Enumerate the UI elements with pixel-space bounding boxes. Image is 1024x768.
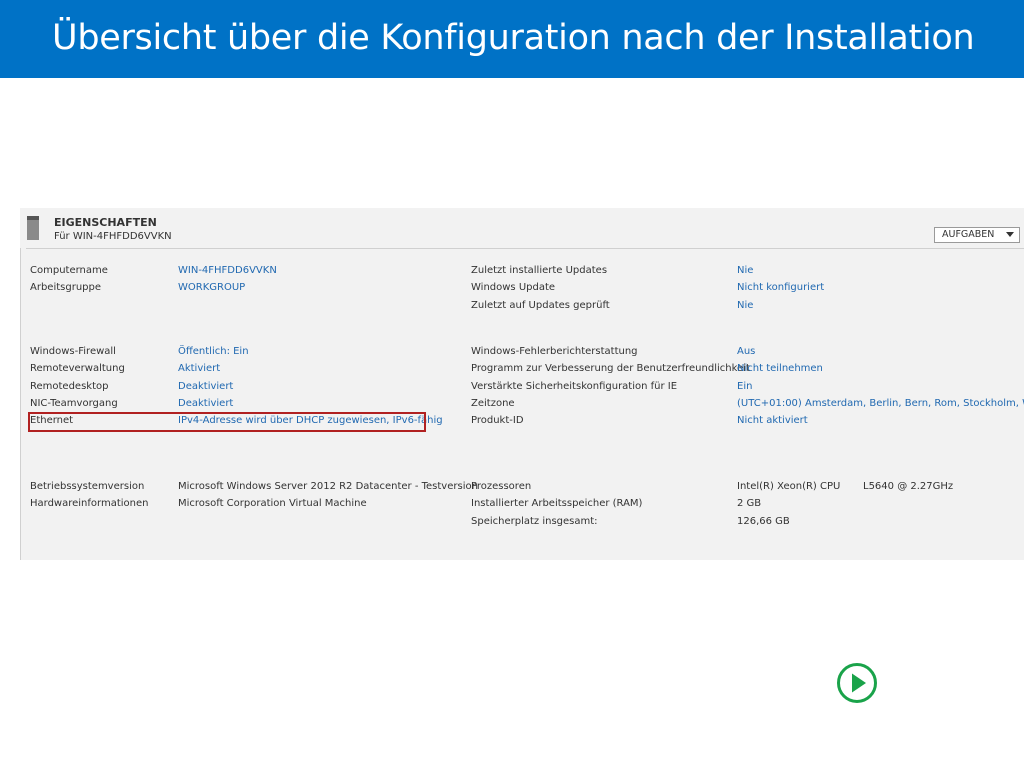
property-value-link[interactable]: Öffentlich: Ein: [178, 345, 249, 359]
property-value-link[interactable]: Nicht teilnehmen: [737, 362, 823, 376]
property-label: Prozessoren: [471, 481, 532, 492]
property-value: 2 GB: [737, 498, 762, 510]
property-label: Remoteverwaltung: [30, 363, 125, 375]
property-value: Microsoft Windows Server 2012 R2 Datacen…: [178, 481, 478, 492]
property-label: Zuletzt auf Updates geprüft: [471, 299, 610, 311]
ethernet-highlight-box: [28, 412, 426, 432]
title-bar: Übersicht über die Konfiguration nach de…: [0, 0, 1024, 78]
property-label: Zuletzt installierte Updates: [471, 265, 608, 276]
property-value: 126,66 GB: [737, 515, 790, 527]
tasks-dropdown-button[interactable]: AUFGABEN: [934, 227, 1020, 243]
property-label: Produkt-ID: [471, 415, 524, 427]
chevron-down-icon: [1006, 232, 1014, 237]
property-value-link[interactable]: Nie: [737, 264, 753, 278]
play-circle-icon[interactable]: [836, 662, 878, 704]
property-label: Installierter Arbeitsspeicher (RAM): [471, 498, 643, 510]
property-label: NIC-Teamvorgang: [30, 397, 118, 409]
property-value: Intel(R) Xeon(R) CPU: [737, 481, 841, 492]
panel-title: EIGENSCHAFTEN: [54, 216, 157, 229]
property-value: Microsoft Corporation Virtual Machine: [178, 498, 367, 510]
property-label: Arbeitsgruppe: [30, 282, 102, 294]
slide-title: Übersicht über die Konfiguration nach de…: [52, 18, 975, 58]
property-value-link[interactable]: Deaktiviert: [178, 397, 233, 411]
property-label: Windows Update: [471, 282, 556, 294]
property-label: Programm zur Verbesserung der Benutzerfr…: [471, 363, 750, 375]
property-value-link[interactable]: (UTC+01:00) Amsterdam, Berlin, Bern, Rom…: [737, 397, 1024, 411]
properties-panel: EIGENSCHAFTEN Für WIN-4FHFDD6VVKN AUFGAB…: [20, 208, 1024, 560]
property-value-link[interactable]: Aus: [737, 345, 755, 359]
property-label: Windows-Firewall: [30, 346, 116, 357]
property-value-link[interactable]: Nicht konfiguriert: [737, 281, 824, 295]
property-label: Zeitzone: [471, 397, 515, 409]
property-value-link[interactable]: WIN-4FHFDD6VVKN: [178, 264, 277, 278]
property-label: Speicherplatz insgesamt:: [471, 515, 598, 527]
property-value-link[interactable]: WORKGROUP: [178, 281, 245, 295]
property-label: Hardwareinformationen: [30, 498, 149, 510]
property-value-link[interactable]: Aktiviert: [178, 362, 220, 376]
tasks-label: AUFGABEN: [942, 229, 995, 240]
property-value-link[interactable]: Deaktiviert: [178, 380, 233, 394]
property-label: Verstärkte Sicherheitskonfiguration für …: [471, 380, 678, 392]
property-value-link[interactable]: Ein: [737, 380, 752, 394]
property-label: Remotedesktop: [30, 380, 109, 392]
property-value-link[interactable]: Nicht aktiviert: [737, 414, 808, 428]
property-label: Computername: [30, 265, 108, 276]
property-label: Windows-Fehlerberichterstattung: [471, 346, 638, 357]
property-label: Betriebssystemversion: [30, 481, 145, 492]
panel-divider: [26, 248, 1024, 249]
panel-subtitle: Für WIN-4FHFDD6VVKN: [54, 231, 172, 242]
property-value-link[interactable]: Nie: [737, 299, 753, 313]
panel-left-border: [20, 248, 21, 560]
property-value-extra: L5640 @ 2.27GHz: [863, 481, 954, 492]
server-icon: [27, 216, 39, 240]
